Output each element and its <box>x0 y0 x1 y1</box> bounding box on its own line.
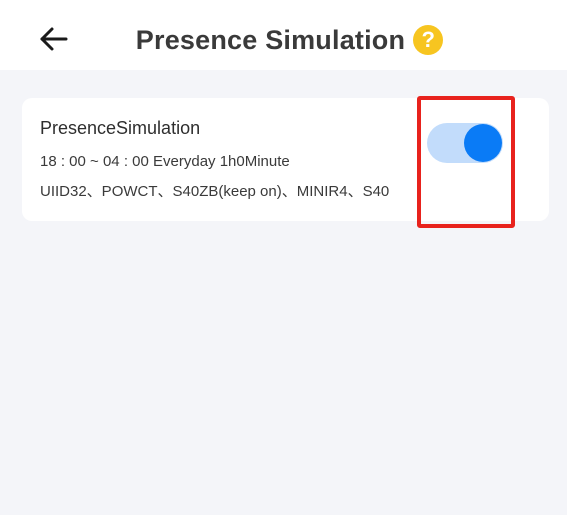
schedule-name: PresenceSimulation <box>40 118 201 138</box>
page-title: Presence Simulation <box>135 24 406 55</box>
title-group: Presence Simulation ? <box>0 0 567 80</box>
toggle-knob <box>464 124 502 162</box>
main-content: PresenceSimulation 18 : 00 ~ 04 : 00 Eve… <box>0 70 567 515</box>
help-question-icon[interactable]: ? <box>413 25 444 55</box>
header-bar: Presence Simulation ? <box>0 0 567 70</box>
schedule-time: 18 : 00 ~ 04 : 00 Everyday 1h0Minute <box>40 153 290 170</box>
schedule-devices: UIID32、POWCT、S40ZB(keep on)、MINIR4、S40 <box>40 183 390 200</box>
presence-simulation-toggle[interactable] <box>427 123 503 163</box>
